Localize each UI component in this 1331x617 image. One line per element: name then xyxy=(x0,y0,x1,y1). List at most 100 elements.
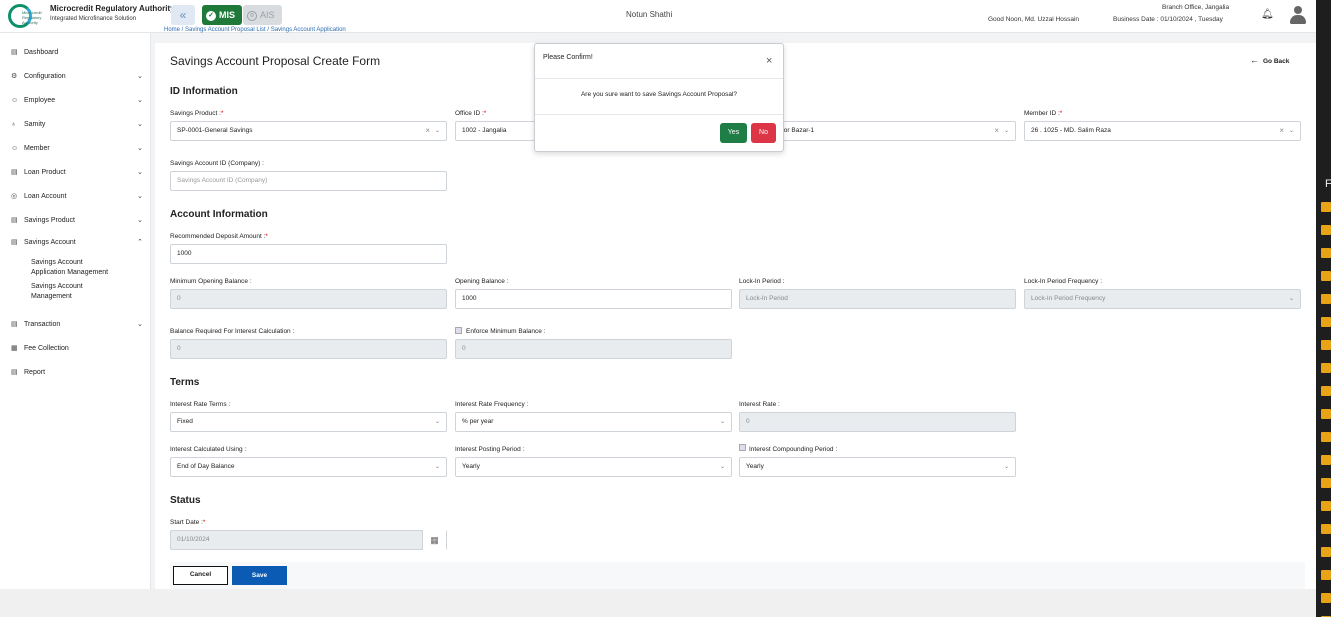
close-icon[interactable]: × xyxy=(766,55,772,67)
sidebar-item-label: Fee Collection xyxy=(24,345,69,352)
interest-rate-label: Interest Rate : xyxy=(739,401,780,408)
recommended-deposit-input[interactable]: 1000 xyxy=(170,244,447,264)
member-icon: ☺ xyxy=(11,145,19,152)
section-terms: Terms xyxy=(170,377,200,388)
org-title: Microcredit Regulatory Authority xyxy=(50,4,175,13)
folder-icon xyxy=(1321,294,1331,304)
opening-balance-label: Opening Balance : xyxy=(455,278,509,285)
sidebar-item-samity[interactable]: ♁ Samity ⌄ xyxy=(0,117,151,133)
interest-rate-frequency-select[interactable]: % per year ⌄ xyxy=(455,412,732,432)
folder-icon xyxy=(1321,225,1331,235)
savings-product-select[interactable]: SP-0001-General Savings × ⌄ xyxy=(170,121,447,141)
chevron-down-icon: ⌄ xyxy=(434,128,440,134)
bell-icon[interactable]: 🔔︎ xyxy=(1261,9,1274,21)
interest-compounding-period-select[interactable]: Yearly ⌄ xyxy=(739,457,1016,477)
sidebar-subitem-application-management[interactable]: Savings Account Application Management xyxy=(31,258,108,278)
chevron-down-icon: ⌄ xyxy=(1288,128,1294,134)
folder-icon xyxy=(1321,386,1331,396)
member-id-select[interactable]: 26 . 1025 - MD. Salim Raza × ⌄ xyxy=(1024,121,1301,141)
sidebar-item-report[interactable]: ▤ Report xyxy=(0,365,151,381)
folder-icon xyxy=(1321,547,1331,557)
dialog-divider xyxy=(535,114,783,115)
sidebar-item-fee-collection[interactable]: ▦ Fee Collection xyxy=(0,341,151,357)
sidebar-collapse-button[interactable]: « xyxy=(171,5,195,25)
chevron-down-icon: ⌄ xyxy=(1288,296,1294,302)
cancel-button[interactable]: Cancel xyxy=(173,566,228,585)
dialog-title: Please Confirm! xyxy=(543,54,593,61)
branch-name: Branch Office, Jangalia xyxy=(1162,4,1230,11)
confirm-no-button[interactable]: No xyxy=(751,123,776,143)
report-icon: ▤ xyxy=(11,369,18,376)
sidebar-item-employee[interactable]: ☺ Employee ⌄ xyxy=(0,93,151,109)
interest-rate-input: 0 xyxy=(739,412,1016,432)
sidebar-subitem-account-management[interactable]: Savings Account Management xyxy=(31,282,83,302)
folder-icon xyxy=(1321,524,1331,534)
dialog-message: Are you sure want to save Savings Accoun… xyxy=(580,91,738,98)
member-id-label: Member ID :* xyxy=(1024,110,1063,117)
samity-icon: ♁ xyxy=(11,121,17,128)
enforce-min-balance-checkbox[interactable] xyxy=(455,327,462,334)
savings-account-id-label: Savings Account ID (Company) : xyxy=(170,160,264,167)
start-date-input[interactable]: 01/10/2024 ▦ xyxy=(170,530,447,550)
interest-rate-terms-label: Interest Rate Terms : xyxy=(170,401,231,408)
sidebar-item-label: Savings Product xyxy=(24,217,75,224)
lock-in-period-label: Lock-In Period : xyxy=(739,278,785,285)
sidebar-item-loan-product[interactable]: ▤ Loan Product ⌄ xyxy=(0,165,151,181)
save-button[interactable]: Save xyxy=(232,566,287,585)
go-back-button[interactable]: ← Go Back xyxy=(1250,55,1289,65)
folder-icon xyxy=(1321,478,1331,488)
balance-required-input: 0 xyxy=(170,339,447,359)
ais-toggle-button[interactable]: ⊘ AIS xyxy=(243,5,282,25)
sidebar-item-label: Dashboard xyxy=(24,49,59,56)
office-id-label: Office ID :* xyxy=(455,110,487,117)
interest-compounding-checkbox[interactable] xyxy=(739,444,746,451)
interest-calculated-using-label: Interest Calculated Using : xyxy=(170,446,247,453)
savings-account-icon: ▤ xyxy=(11,239,18,246)
business-date: Business Date : 01/10/2024 , Tuesday xyxy=(1113,16,1223,23)
start-date-label: Start Date :* xyxy=(170,519,206,526)
user-avatar-icon[interactable] xyxy=(1289,5,1307,25)
interest-calculated-using-select[interactable]: End of Day Balance ⌄ xyxy=(170,457,447,477)
sidebar-item-label: Configuration xyxy=(24,73,66,80)
min-opening-balance-input: 0 xyxy=(170,289,447,309)
interest-rate-frequency-label: Interest Rate Frequency : xyxy=(455,401,529,408)
fee-collection-icon: ▦ xyxy=(11,345,18,352)
folder-icon xyxy=(1321,432,1331,442)
app-name: Notun Shathi xyxy=(626,10,673,19)
loan-account-icon: ◎ xyxy=(11,193,18,200)
min-opening-balance-label: Minimum Opening Balance : xyxy=(170,278,252,285)
sidebar-item-savings-account[interactable]: ▤ Savings Account ⌃ xyxy=(0,235,151,251)
chevron-down-icon: ⌄ xyxy=(434,419,440,425)
breadcrumb[interactable]: Home / Savings Account Proposal List / S… xyxy=(164,27,346,33)
arrow-left-icon: ← xyxy=(1250,55,1259,65)
strip-letter: F xyxy=(1325,178,1331,190)
configuration-icon: ⚙ xyxy=(11,73,18,80)
sidebar-item-transaction[interactable]: ▤ Transaction ⌄ xyxy=(0,317,151,333)
sidebar-item-label: Transaction xyxy=(24,321,61,328)
chevron-icon: ⌄ xyxy=(137,73,143,80)
ban-icon: ⊘ xyxy=(247,10,257,21)
opening-balance-input[interactable]: 1000 xyxy=(455,289,732,309)
sidebar-item-dashboard[interactable]: ▤ Dashboard xyxy=(0,45,151,61)
recommended-deposit-label: Recommended Deposit Amount :* xyxy=(170,233,268,240)
sidebar-item-label: Loan Account xyxy=(24,193,67,200)
confirm-yes-button[interactable]: Yes xyxy=(720,123,747,143)
sidebar-item-configuration[interactable]: ⚙ Configuration ⌄ xyxy=(0,69,151,85)
sidebar-item-member[interactable]: ☺ Member ⌄ xyxy=(0,141,151,157)
clear-icon[interactable]: × xyxy=(994,122,999,140)
interest-posting-period-select[interactable]: Yearly ⌄ xyxy=(455,457,732,477)
clear-icon[interactable]: × xyxy=(1279,122,1284,140)
balance-required-label: Balance Required For Interest Calculatio… xyxy=(170,328,295,335)
sidebar-item-savings-product[interactable]: ▤ Savings Product ⌄ xyxy=(0,213,151,229)
savings-account-id-input[interactable]: Savings Account ID (Company) xyxy=(170,171,447,191)
chevron-down-icon: ⌄ xyxy=(1003,464,1009,470)
sidebar-item-loan-account[interactable]: ◎ Loan Account ⌄ xyxy=(0,189,151,205)
logo-text: Microcredit Regulatory Authority xyxy=(22,10,42,25)
savings-product-icon: ▤ xyxy=(11,217,18,224)
interest-rate-terms-select[interactable]: Fixed ⌄ xyxy=(170,412,447,432)
clear-icon[interactable]: × xyxy=(425,122,430,140)
mis-toggle-button[interactable]: ✓ MIS xyxy=(202,5,242,25)
section-id-information: ID Information xyxy=(170,86,238,97)
folder-icon xyxy=(1321,501,1331,511)
calendar-icon[interactable]: ▦ xyxy=(422,530,446,550)
